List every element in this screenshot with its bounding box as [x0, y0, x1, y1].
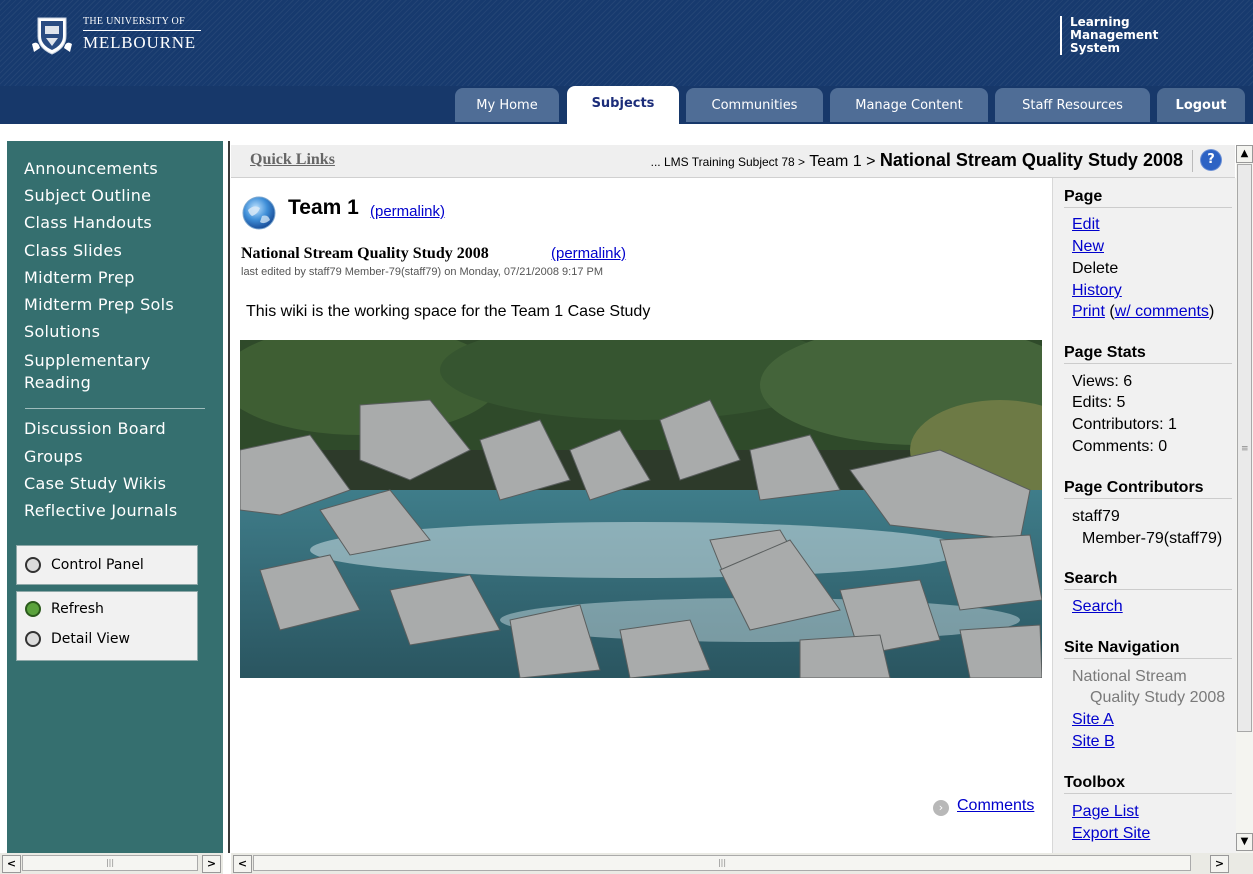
course-menu: Announcements Subject Outline Class Hand…: [7, 141, 223, 853]
sidebar-scroll-right-button[interactable]: >: [202, 855, 221, 873]
last-edited-info: last edited by staff79 Member-79(staff79…: [241, 266, 603, 278]
detail-view-icon: [25, 631, 41, 647]
history-link[interactable]: History: [1072, 282, 1122, 300]
contributor-name: Member-79(staff79): [1082, 530, 1223, 547]
breadcrumb-subject[interactable]: ... LMS Training Subject 78 >: [651, 155, 805, 169]
comments-arrow-icon: ›: [933, 800, 949, 816]
help-divider: [1192, 150, 1193, 172]
tab-subjects[interactable]: Subjects: [567, 86, 679, 124]
wiki-side-panel: Page Edit New Delete History Print (w/ c…: [1052, 178, 1236, 853]
tools-box: Refresh Detail View: [16, 591, 198, 661]
nav-midterm-prep[interactable]: Midterm Prep: [24, 268, 135, 287]
search-link[interactable]: Search: [1072, 598, 1123, 616]
content-scroll-right-button[interactable]: >: [1210, 855, 1229, 873]
tab-staff-resources[interactable]: Staff Resources: [995, 88, 1150, 122]
nav-divider: [25, 408, 205, 409]
page-stats-heading: Page Stats: [1064, 344, 1232, 364]
nav-discussion-board[interactable]: Discussion Board: [24, 419, 166, 438]
control-panel-label: Control Panel: [51, 557, 144, 573]
frame-divider: [228, 141, 230, 853]
quick-links-bar: Quick Links ... LMS Training Subject 78 …: [231, 145, 1235, 178]
sidebar-scroll-thumb[interactable]: |||: [22, 855, 198, 871]
logout-button[interactable]: Logout: [1157, 88, 1245, 122]
help-icon[interactable]: ?: [1201, 150, 1221, 170]
control-panel-link[interactable]: Control Panel: [25, 554, 144, 576]
stream-photo: [240, 340, 1042, 678]
content-scroll-thumb[interactable]: |||: [253, 855, 1191, 871]
page-section-heading: Page: [1064, 188, 1232, 208]
wiki-intro-text: This wiki is the working space for the T…: [246, 303, 651, 320]
university-name: MELBOURNE: [83, 33, 196, 52]
nav-current-page-line-2: Quality Study 2008: [1090, 689, 1226, 706]
logo-rule: [83, 30, 201, 31]
contributors-stat: Contributors: 1: [1072, 416, 1177, 433]
control-panel-box: Control Panel: [16, 545, 198, 585]
quick-links[interactable]: Quick Links: [250, 151, 335, 169]
tab-manage-content[interactable]: Manage Content: [830, 88, 988, 122]
breadcrumb: ... LMS Training Subject 78 > Team 1 > N…: [651, 150, 1183, 171]
lms-line-3: System: [1070, 41, 1120, 55]
scroll-down-button[interactable]: ▼: [1236, 833, 1253, 851]
globe-icon: [242, 196, 276, 230]
comments-stat: Comments: 0: [1072, 438, 1168, 455]
university-top-line: THE UNIVERSITY OF: [83, 16, 185, 27]
content-scroll-left-button[interactable]: <: [233, 855, 252, 873]
sidebar-scroll-left-button[interactable]: <: [2, 855, 21, 873]
crest-icon: [32, 17, 72, 55]
edit-link[interactable]: Edit: [1072, 216, 1100, 234]
delete-label: Delete: [1072, 260, 1119, 277]
nav-current-page-line-1: National Stream: [1072, 668, 1187, 685]
team-title: Team 1: [288, 196, 359, 219]
page-contributors-heading: Page Contributors: [1064, 479, 1232, 499]
nav-solutions[interactable]: Solutions: [24, 322, 100, 341]
refresh-link[interactable]: Refresh: [25, 598, 104, 620]
university-logo[interactable]: THE UNIVERSITY OF MELBOURNE: [30, 14, 210, 58]
nav-case-study-wikis[interactable]: Case Study Wikis: [24, 474, 166, 493]
tab-communities[interactable]: Communities: [686, 88, 823, 122]
team-permalink[interactable]: (permalink): [370, 203, 445, 220]
nav-supplementary-reading[interactable]: Supplementary Reading: [24, 350, 204, 394]
search-heading: Search: [1064, 570, 1232, 590]
breadcrumb-current: National Stream Quality Study 2008: [879, 150, 1183, 170]
page-permalink[interactable]: (permalink): [551, 245, 626, 262]
site-a-link[interactable]: Site A: [1072, 711, 1114, 729]
nav-class-slides[interactable]: Class Slides: [24, 241, 122, 260]
nav-announcements[interactable]: Announcements: [24, 159, 158, 178]
site-b-link[interactable]: Site B: [1072, 733, 1115, 751]
scroll-up-button[interactable]: ▲: [1236, 145, 1253, 163]
breadcrumb-team[interactable]: Team 1 >: [805, 153, 880, 170]
nav-midterm-prep-sols[interactable]: Midterm Prep Sols: [24, 295, 174, 314]
new-link[interactable]: New: [1072, 238, 1104, 256]
refresh-label: Refresh: [51, 601, 104, 617]
site-navigation-heading: Site Navigation: [1064, 639, 1232, 659]
print-row: Print (w/ comments): [1072, 303, 1215, 320]
toolbox-heading: Toolbox: [1064, 774, 1232, 794]
site-header: THE UNIVERSITY OF MELBOURNE Learning Man…: [0, 0, 1253, 124]
tab-my-home[interactable]: My Home: [455, 88, 559, 122]
comments-link[interactable]: Comments: [957, 797, 1034, 815]
lms-wordmark: Learning Management System: [1060, 16, 1158, 55]
nav-class-handouts[interactable]: Class Handouts: [24, 213, 152, 232]
refresh-icon: [25, 601, 41, 617]
views-stat: Views: 6: [1072, 373, 1133, 390]
page-title: National Stream Quality Study 2008: [241, 245, 489, 262]
nav-reflective-journals[interactable]: Reflective Journals: [24, 501, 177, 520]
contributor-username: staff79: [1072, 508, 1120, 525]
page-list-link[interactable]: Page List: [1072, 803, 1139, 821]
edits-stat: Edits: 5: [1072, 394, 1126, 411]
scroll-grip-icon: ≡: [1241, 444, 1249, 454]
detail-view-link[interactable]: Detail View: [25, 628, 130, 650]
control-panel-icon: [25, 557, 41, 573]
nav-subject-outline[interactable]: Subject Outline: [24, 186, 151, 205]
nav-groups[interactable]: Groups: [24, 447, 83, 466]
print-with-comments-link[interactable]: w/ comments: [1115, 303, 1209, 320]
export-site-link[interactable]: Export Site: [1072, 825, 1150, 843]
print-link[interactable]: Print: [1072, 303, 1105, 320]
detail-view-label: Detail View: [51, 631, 130, 647]
